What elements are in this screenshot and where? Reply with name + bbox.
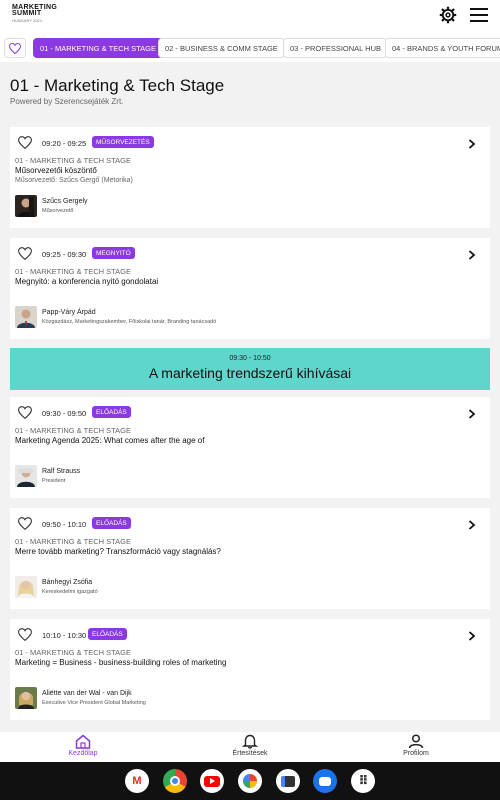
youtube-icon[interactable] xyxy=(200,769,224,793)
apps-icon[interactable]: ⠿ xyxy=(351,769,375,793)
session-type-badge: MEGNYITÓ xyxy=(92,247,135,259)
session-type-badge: MŰSORVEZETÉS xyxy=(92,136,154,148)
top-bar: MARKETING SUMMIT HUNGARY 2024 xyxy=(0,0,500,34)
tab-brands-youth-forum[interactable]: 04 - BRANDS & YOUTH FORUM xyxy=(385,38,500,58)
speaker[interactable]: Aliëtte van der Wal - van Dijk Executive… xyxy=(15,687,415,709)
android-dock: M ⠿ xyxy=(0,762,500,800)
speaker-role: Executive Vice President Global Marketin… xyxy=(42,700,146,706)
chevron-right-icon[interactable] xyxy=(468,139,476,149)
stage-tabs: 01 - MARKETING & TECH STAGE 02 - BUSINES… xyxy=(0,34,500,62)
session-type-badge: ELŐADÁS xyxy=(88,628,127,640)
messages-icon[interactable] xyxy=(313,769,337,793)
session-stage: 01 - MARKETING & TECH STAGE xyxy=(15,156,131,165)
session-title: Marketing = Business - business-building… xyxy=(15,658,227,667)
session-stage: 01 - MARKETING & TECH STAGE xyxy=(15,648,131,657)
heart-icon[interactable] xyxy=(18,517,32,530)
hamburger-menu-icon[interactable] xyxy=(470,8,488,22)
session-time: 10:10 - 10:30 xyxy=(42,631,87,640)
session-time: 09:25 - 09:30 xyxy=(42,250,87,259)
tab-professional-hub[interactable]: 03 - PROFESSIONAL HUB xyxy=(283,38,388,58)
nav-notifications-label: Értesítések xyxy=(232,750,268,757)
session-title: Megnyitó: a konferencia nyitó gondolatai xyxy=(15,277,159,286)
nav-home-label: Kezdőlap xyxy=(68,750,98,757)
track-banner: 09:30 - 10:50 A marketing trendszerű kih… xyxy=(10,348,490,390)
nav-home[interactable]: Kezdőlap xyxy=(33,732,133,762)
speaker-name: Szűcs Gergely xyxy=(42,198,88,205)
speaker-name: Aliëtte van der Wal - van Dijk xyxy=(42,690,132,697)
heart-icon[interactable] xyxy=(18,247,32,260)
avatar xyxy=(15,306,37,328)
heart-icon xyxy=(9,42,21,54)
session-host: Műsorvezető: Szűcs Gergő (Metorika) xyxy=(15,177,133,184)
gmail-icon[interactable]: M xyxy=(125,769,149,793)
speaker-role: Műsorvezető xyxy=(42,208,74,214)
news-icon[interactable] xyxy=(276,769,300,793)
speaker[interactable]: Szűcs Gergely Műsorvezető xyxy=(15,195,415,217)
gear-icon[interactable] xyxy=(439,6,457,24)
session-stage: 01 - MARKETING & TECH STAGE xyxy=(15,426,131,435)
tab-business-comm-stage[interactable]: 02 - BUSINESS & COMM STAGE xyxy=(158,38,285,58)
speaker-name: Papp-Váry Árpád xyxy=(42,309,96,316)
speaker-role: Közgazdász, Marketingszakember, Főiskola… xyxy=(42,319,217,325)
avatar xyxy=(15,195,37,217)
track-title: A marketing trendszerű kihívásai xyxy=(148,365,352,381)
session-time: 09:20 - 09:25 xyxy=(42,139,87,148)
session-title: Merre tovább marketing? Transzformáció v… xyxy=(15,547,221,556)
avatar xyxy=(15,465,37,487)
nav-profile[interactable]: Profilom xyxy=(366,732,466,762)
page-subtitle: Powered by Szerencsejáték Zrt. xyxy=(10,97,124,106)
session-card[interactable]: 10:10 - 10:30 ELŐADÁS 01 - MARKETING & T… xyxy=(10,619,490,720)
avatar xyxy=(15,576,37,598)
session-type-badge: ELŐADÁS xyxy=(92,406,131,418)
speaker-role: Kereskedelmi igazgató xyxy=(42,589,98,595)
session-stage: 01 - MARKETING & TECH STAGE xyxy=(15,537,131,546)
chevron-right-icon[interactable] xyxy=(468,409,476,419)
track-time: 09:30 - 10:50 xyxy=(229,355,271,362)
user-icon xyxy=(408,734,424,749)
page-title: 01 - Marketing & Tech Stage xyxy=(10,76,225,95)
app-logo[interactable]: MARKETING SUMMIT HUNGARY 2024 xyxy=(12,4,57,24)
session-card[interactable]: 09:30 - 09:50 ELŐADÁS 01 - MARKETING & T… xyxy=(10,397,490,498)
speaker[interactable]: Ralf Strauss President xyxy=(15,465,415,487)
bottom-navigation: Kezdőlap Értesítések Profilom xyxy=(0,732,500,762)
session-card[interactable]: 09:50 - 10:10 ELŐADÁS 01 - MARKETING & T… xyxy=(10,508,490,609)
tab-marketing-tech-stage[interactable]: 01 - MARKETING & TECH STAGE xyxy=(33,38,163,58)
session-time: 09:30 - 09:50 xyxy=(42,409,87,418)
session-card[interactable]: 09:20 - 09:25 MŰSORVEZETÉS 01 - MARKETIN… xyxy=(10,127,490,228)
chrome-icon[interactable] xyxy=(163,769,187,793)
chevron-right-icon[interactable] xyxy=(468,631,476,641)
heart-icon[interactable] xyxy=(18,406,32,419)
speaker[interactable]: Papp-Váry Árpád Közgazdász, Marketingsza… xyxy=(15,306,415,328)
speaker-name: Ralf Strauss xyxy=(42,468,81,475)
session-time: 09:50 - 10:10 xyxy=(42,520,87,529)
logo-line-2: SUMMIT xyxy=(12,10,42,17)
nav-notifications[interactable]: Értesítések xyxy=(200,732,300,762)
session-card[interactable]: 09:25 - 09:30 MEGNYITÓ 01 - MARKETING & … xyxy=(10,238,490,339)
session-title: Marketing Agenda 2025: What comes after … xyxy=(15,436,205,445)
schedule-list: 01 - Marketing & Tech Stage Powered by S… xyxy=(0,62,500,732)
bell-icon xyxy=(242,734,258,749)
chevron-right-icon[interactable] xyxy=(468,520,476,530)
nav-profile-label: Profilom xyxy=(403,750,429,757)
speaker[interactable]: Bánhegyi Zsófia Kereskedelmi igazgató xyxy=(15,576,415,598)
heart-icon[interactable] xyxy=(18,136,32,149)
logo-line-3: HUNGARY 2024 xyxy=(12,18,42,23)
speaker-role: President xyxy=(42,478,66,484)
avatar xyxy=(15,687,37,709)
speaker-name: Bánhegyi Zsófia xyxy=(42,579,93,586)
favorites-tab[interactable] xyxy=(4,38,26,58)
photos-icon[interactable] xyxy=(238,769,262,793)
session-title: Műsorvezetői köszöntő xyxy=(15,166,97,175)
home-icon xyxy=(75,734,91,749)
session-stage: 01 - MARKETING & TECH STAGE xyxy=(15,267,131,276)
heart-icon[interactable] xyxy=(18,628,32,641)
chevron-right-icon[interactable] xyxy=(468,250,476,260)
session-type-badge: ELŐADÁS xyxy=(92,517,131,529)
